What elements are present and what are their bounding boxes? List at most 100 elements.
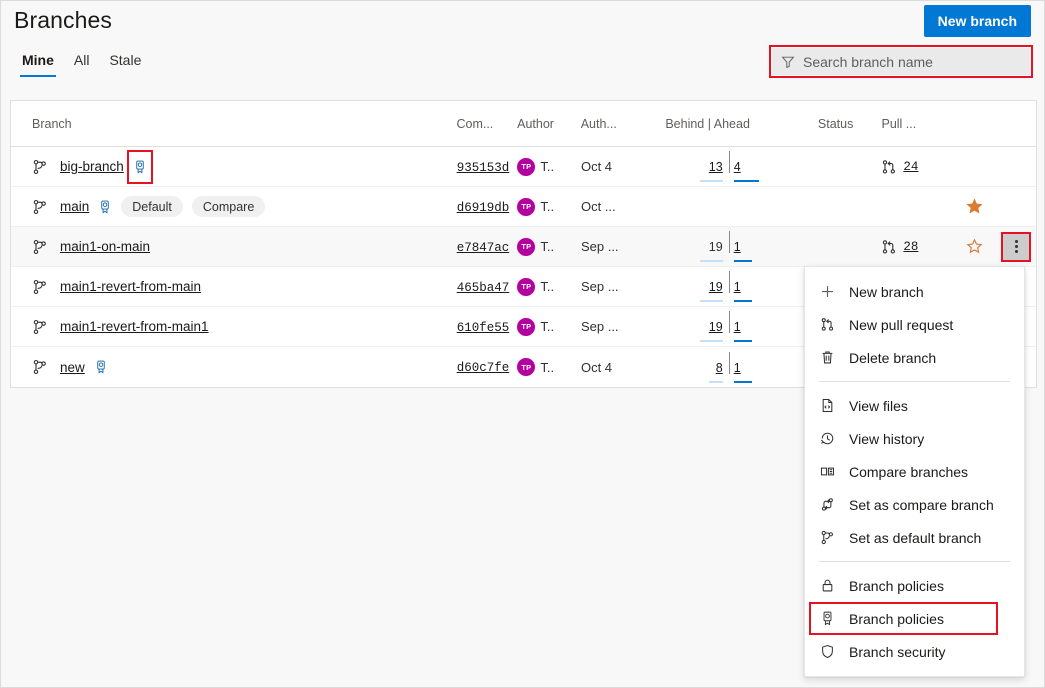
new-branch-button[interactable]: New branch (924, 5, 1031, 37)
ahead-count[interactable]: 1 (734, 320, 741, 334)
menu-item-compare-branches[interactable]: Compare branches (805, 455, 1024, 488)
branch-name-link[interactable]: main1-revert-from-main1 (60, 319, 209, 334)
ahead-count[interactable]: 1 (734, 240, 741, 254)
pull-request-icon[interactable] (881, 239, 897, 255)
authored-date-cell: Sep ... (581, 239, 642, 254)
menu-item-label: Set as compare branch (849, 497, 994, 513)
menu-item-label: New branch (849, 284, 924, 300)
more-vertical-icon (1015, 240, 1018, 253)
branch-filter-tabs: Mine All Stale (12, 51, 151, 77)
commit-cell: 465ba47 (457, 279, 518, 295)
column-header-pull-requests[interactable]: Pull ... (881, 117, 951, 131)
branch-icon (32, 199, 48, 215)
author-name: T.. (540, 279, 554, 294)
favorite-cell[interactable] (952, 198, 997, 215)
authored-date-cell: Oct 4 (581, 159, 642, 174)
menu-item-lock[interactable]: Branch policies (805, 569, 1024, 602)
menu-item-new-branch[interactable]: New branch (805, 275, 1024, 308)
branch-cell: main Default Compare (11, 196, 457, 217)
ahead-count[interactable]: 1 (734, 361, 741, 375)
author-cell: TP T.. (517, 198, 581, 216)
trash-icon (819, 350, 835, 366)
tab-stale[interactable]: Stale (99, 51, 151, 77)
pull-request-count[interactable]: 24 (903, 160, 918, 174)
menu-item-set-as-default-branch[interactable]: Set as default branch (805, 521, 1024, 554)
ahead-count[interactable]: 1 (734, 280, 741, 294)
column-header-behind-ahead[interactable]: Behind | Ahead (641, 117, 818, 131)
authored-date-cell: Oct ... (581, 199, 642, 214)
row-actions-cell (997, 234, 1036, 260)
avatar: TP (517, 318, 535, 336)
compare-badge: Compare (192, 196, 265, 217)
behind-count[interactable]: 19 (709, 240, 723, 254)
author-name: T.. (540, 360, 554, 375)
author-cell: TP T.. (517, 358, 581, 376)
pull-request-count[interactable]: 28 (903, 240, 918, 254)
tab-mine[interactable]: Mine (12, 51, 64, 77)
branch-name-link[interactable]: main1-on-main (60, 239, 150, 254)
ahead-count[interactable]: 4 (734, 160, 741, 174)
menu-item-view-files[interactable]: View files (805, 389, 1024, 422)
column-header-branch[interactable]: Branch (11, 117, 456, 131)
tab-all[interactable]: All (64, 51, 100, 77)
branch-icon (32, 279, 48, 295)
lock-icon (819, 578, 835, 594)
menu-item-set-as-compare-branch[interactable]: Set as compare branch (805, 488, 1024, 521)
behind-ahead-cell: 13 4 (642, 159, 818, 174)
table-row[interactable]: main Default Compare d6919db TP T.. Oct … (11, 187, 1036, 227)
branch-cell: main1-revert-from-main1 (11, 319, 457, 335)
branch-icon (819, 530, 835, 546)
column-header-commit[interactable]: Com... (456, 117, 517, 131)
menu-item-label: Branch security (849, 644, 945, 660)
menu-item-label: Compare branches (849, 464, 968, 480)
commit-link[interactable]: e7847ac (457, 241, 510, 255)
star-outline-icon[interactable] (966, 238, 983, 255)
table-header-row: Branch Com... Author Auth... Behind | Ah… (11, 101, 1036, 147)
column-header-status[interactable]: Status (818, 117, 882, 131)
branch-name-link[interactable]: new (60, 360, 85, 375)
row-overflow-button[interactable] (1003, 234, 1029, 260)
menu-item-delete-branch[interactable]: Delete branch (805, 341, 1024, 374)
commit-link[interactable]: 935153d (457, 161, 510, 175)
table-row[interactable]: big-branch 935153d TP T.. Oct 4 13 (11, 147, 1036, 187)
favorite-cell[interactable] (952, 238, 997, 255)
column-header-author[interactable]: Author (517, 117, 581, 131)
branch-cell: new (11, 359, 457, 375)
branch-name-link[interactable]: main (60, 199, 89, 214)
branch-name-link[interactable]: main1-revert-from-main (60, 279, 201, 294)
behind-count[interactable]: 19 (709, 280, 723, 294)
search-input[interactable]: Search branch name (772, 48, 1030, 75)
table-row[interactable]: main1-on-main e7847ac TP T.. Sep ... 19 … (11, 227, 1036, 267)
commit-link[interactable]: d60c7fe (457, 361, 510, 375)
menu-item-new-pull-request[interactable]: New pull request (805, 308, 1024, 341)
default-badge: Default (121, 196, 183, 217)
star-filled-icon[interactable] (966, 198, 983, 215)
column-header-authored-date[interactable]: Auth... (581, 117, 642, 131)
commit-link[interactable]: 465ba47 (457, 281, 510, 295)
authored-date: Sep ... (581, 279, 619, 294)
menu-item-branch-policies[interactable]: Branch policies (805, 602, 1024, 635)
authored-date-cell: Sep ... (581, 319, 642, 334)
menu-item-branch-security[interactable]: Branch security (805, 635, 1024, 668)
pull-request-icon[interactable] (881, 159, 897, 175)
filter-icon (781, 55, 795, 69)
author-cell: TP T.. (517, 278, 581, 296)
authored-date: Oct 4 (581, 360, 612, 375)
branch-name-link[interactable]: big-branch (60, 159, 124, 174)
authored-date: Oct 4 (581, 159, 612, 174)
file-code-icon (819, 398, 835, 414)
commit-link[interactable]: d6919db (457, 201, 510, 215)
policy-ribbon-icon[interactable] (94, 359, 108, 375)
shield-icon (819, 644, 835, 660)
behind-ahead-cell: 19 1 (642, 279, 818, 294)
menu-item-view-history[interactable]: View history (805, 422, 1024, 455)
behind-count[interactable]: 8 (716, 361, 723, 375)
pull-request-icon (819, 317, 835, 333)
branch-cell: main1-on-main (11, 239, 457, 255)
author-cell: TP T.. (517, 238, 581, 256)
commit-link[interactable]: 610fe55 (457, 321, 510, 335)
behind-count[interactable]: 13 (709, 160, 723, 174)
behind-count[interactable]: 19 (709, 320, 723, 334)
policy-ribbon-icon[interactable] (133, 159, 147, 175)
policy-ribbon-icon[interactable] (98, 199, 112, 215)
